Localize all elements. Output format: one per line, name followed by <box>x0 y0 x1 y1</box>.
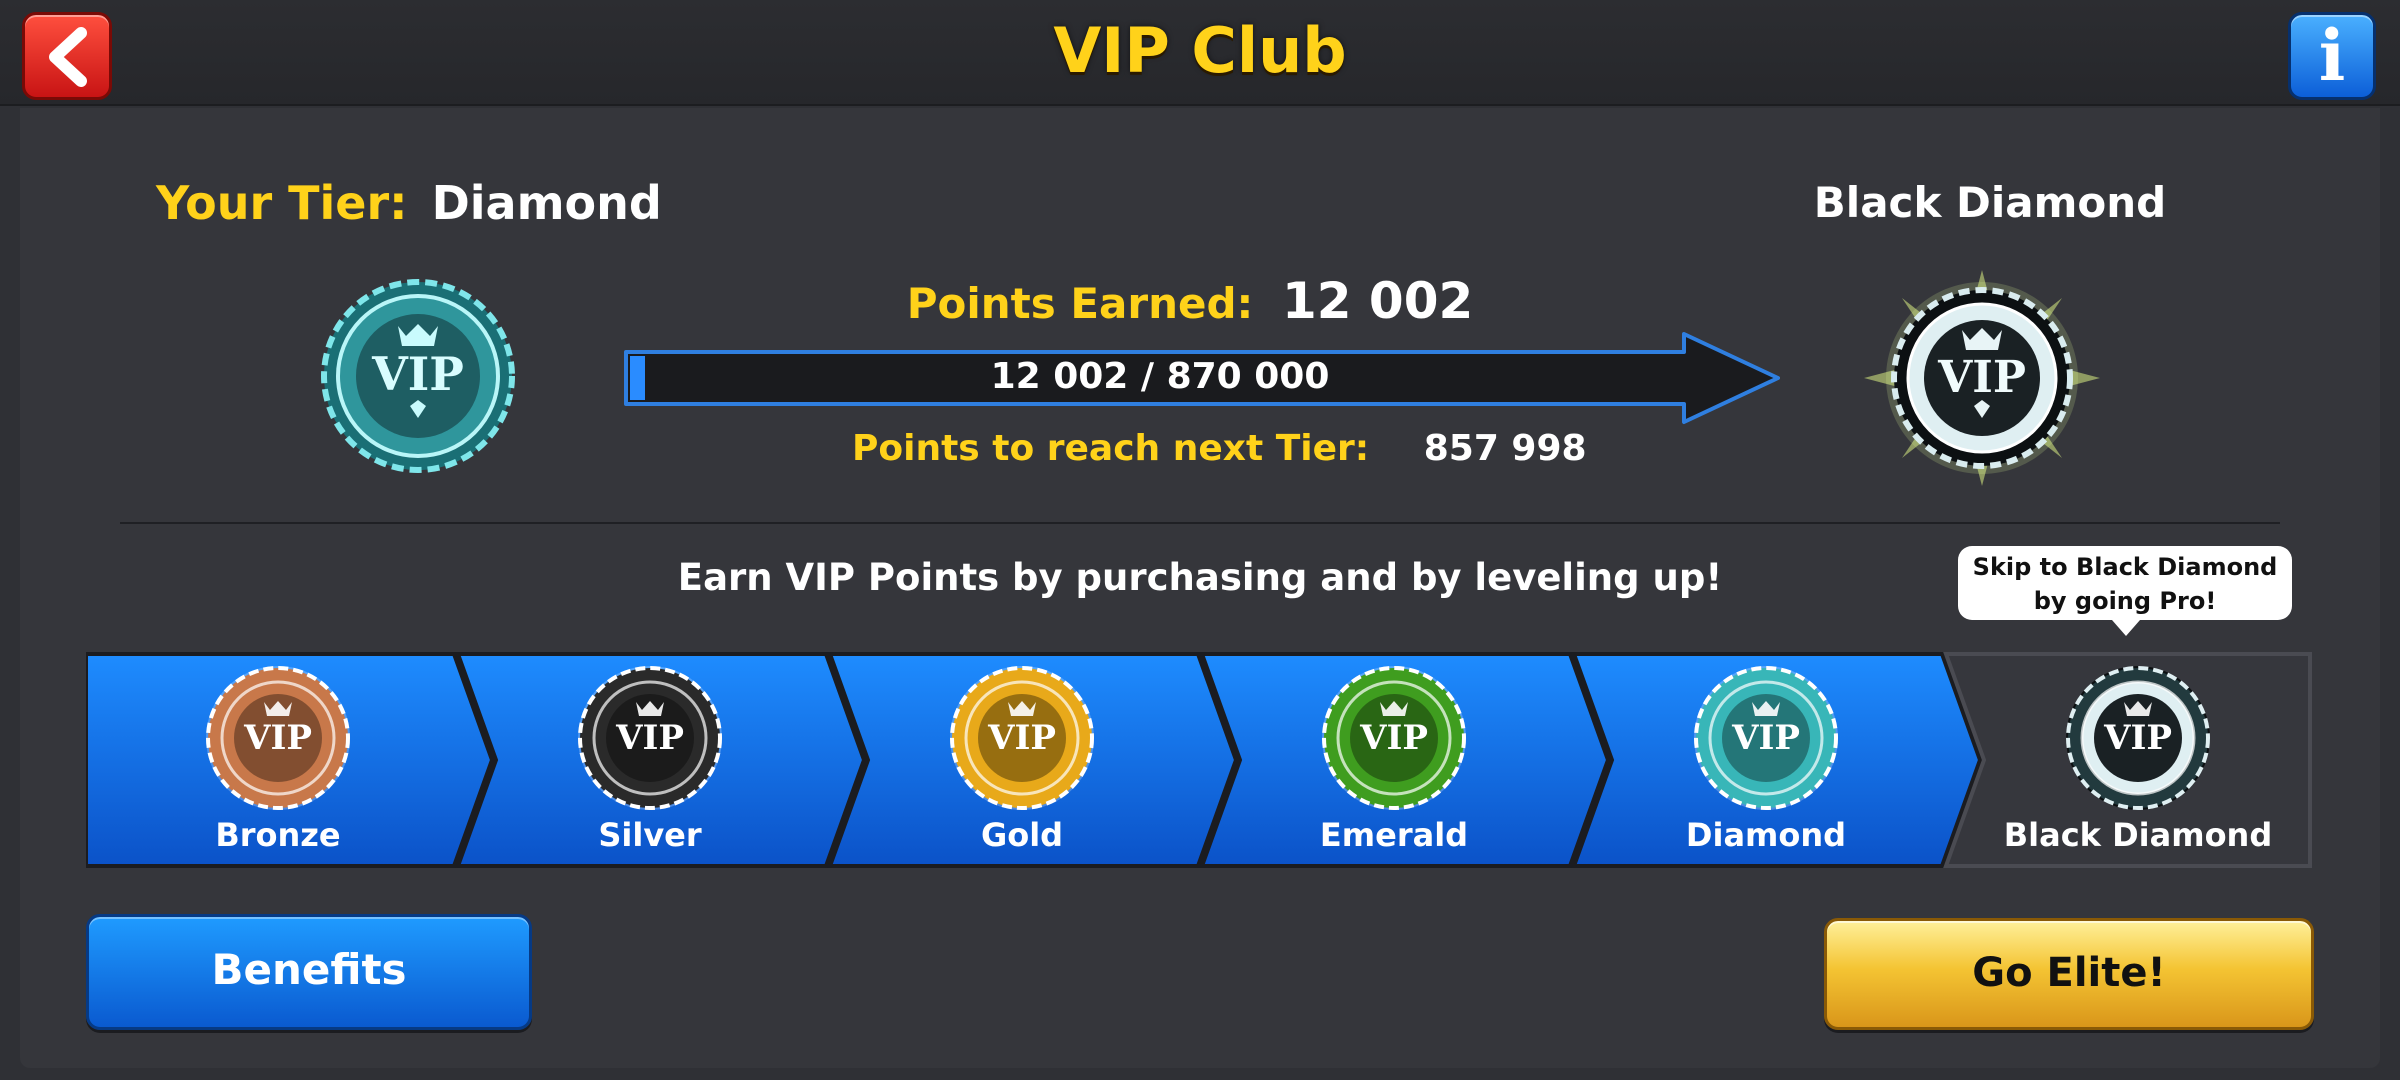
tier-badge-silver-icon: VIP <box>578 666 722 810</box>
header: VIP Club i <box>0 0 2400 106</box>
tier-badge-gold-icon: VIP <box>950 666 1094 810</box>
info-button[interactable]: i <box>2288 12 2376 100</box>
skip-line-1: Skip to Black Diamond <box>1972 553 2278 581</box>
skip-line-2: by going Pro! <box>2033 587 2217 615</box>
divider <box>120 522 2280 524</box>
tier-name-emerald: Emerald <box>1319 816 1469 854</box>
svg-text:VIP: VIP <box>371 347 464 401</box>
skip-tooltip: Skip to Black Diamond by going Pro! <box>1958 546 2292 636</box>
reach-value: 857 998 <box>1423 428 1587 469</box>
next-tier-label: Black Diamond <box>1813 178 2167 227</box>
svg-text:VIP: VIP <box>2103 718 2172 758</box>
tier-value: Diamond <box>431 176 662 230</box>
page-title: VIP Club <box>1053 14 1347 87</box>
benefits-button[interactable]: Benefits <box>86 914 532 1030</box>
tier-name-silver: Silver <box>598 816 702 854</box>
svg-text:VIP: VIP <box>615 718 684 758</box>
svg-text:VIP: VIP <box>1731 718 1800 758</box>
info-icon: i <box>2318 14 2346 97</box>
points-earned-label: Points Earned: <box>906 279 1254 328</box>
current-tier-label: Your Tier: Diamond <box>156 176 662 230</box>
svg-text:VIP: VIP <box>987 718 1056 758</box>
tier-name-bronze: Bronze <box>215 816 341 854</box>
points-earned-value: 12 002 <box>1281 272 1474 330</box>
tier-name-diamond: Diamond <box>1685 816 1847 854</box>
points-earned: Points Earned: 12 002 <box>620 272 1760 330</box>
tier-badge-black-diamond-icon: VIP <box>2066 666 2210 810</box>
svg-text:VIP: VIP <box>243 718 312 758</box>
tier-name-gold: Gold <box>980 816 1064 854</box>
tier-name-black-diamond: Black Diamond <box>2003 816 2273 854</box>
svg-text:VIP: VIP <box>1937 352 2026 403</box>
current-tier-badge-icon: VIP <box>321 279 515 473</box>
progress-text: 12 002 / 870 000 <box>990 356 1330 397</box>
tier-key: Your Tier: <box>156 176 408 230</box>
reach-label: Points to reach next Tier: <box>852 428 1370 469</box>
tier-badge-diamond-icon: VIP <box>1694 666 1838 810</box>
points-to-next-tier: Points to reach next Tier: 857 998 <box>852 428 1587 469</box>
go-elite-button[interactable]: Go Elite! <box>1824 918 2314 1030</box>
tier-badge-bronze-icon: VIP <box>206 666 350 810</box>
svg-text:VIP: VIP <box>1359 718 1428 758</box>
next-tier-badge-icon: VIP <box>1864 270 2100 486</box>
tier-badge-emerald-icon: VIP <box>1322 666 1466 810</box>
